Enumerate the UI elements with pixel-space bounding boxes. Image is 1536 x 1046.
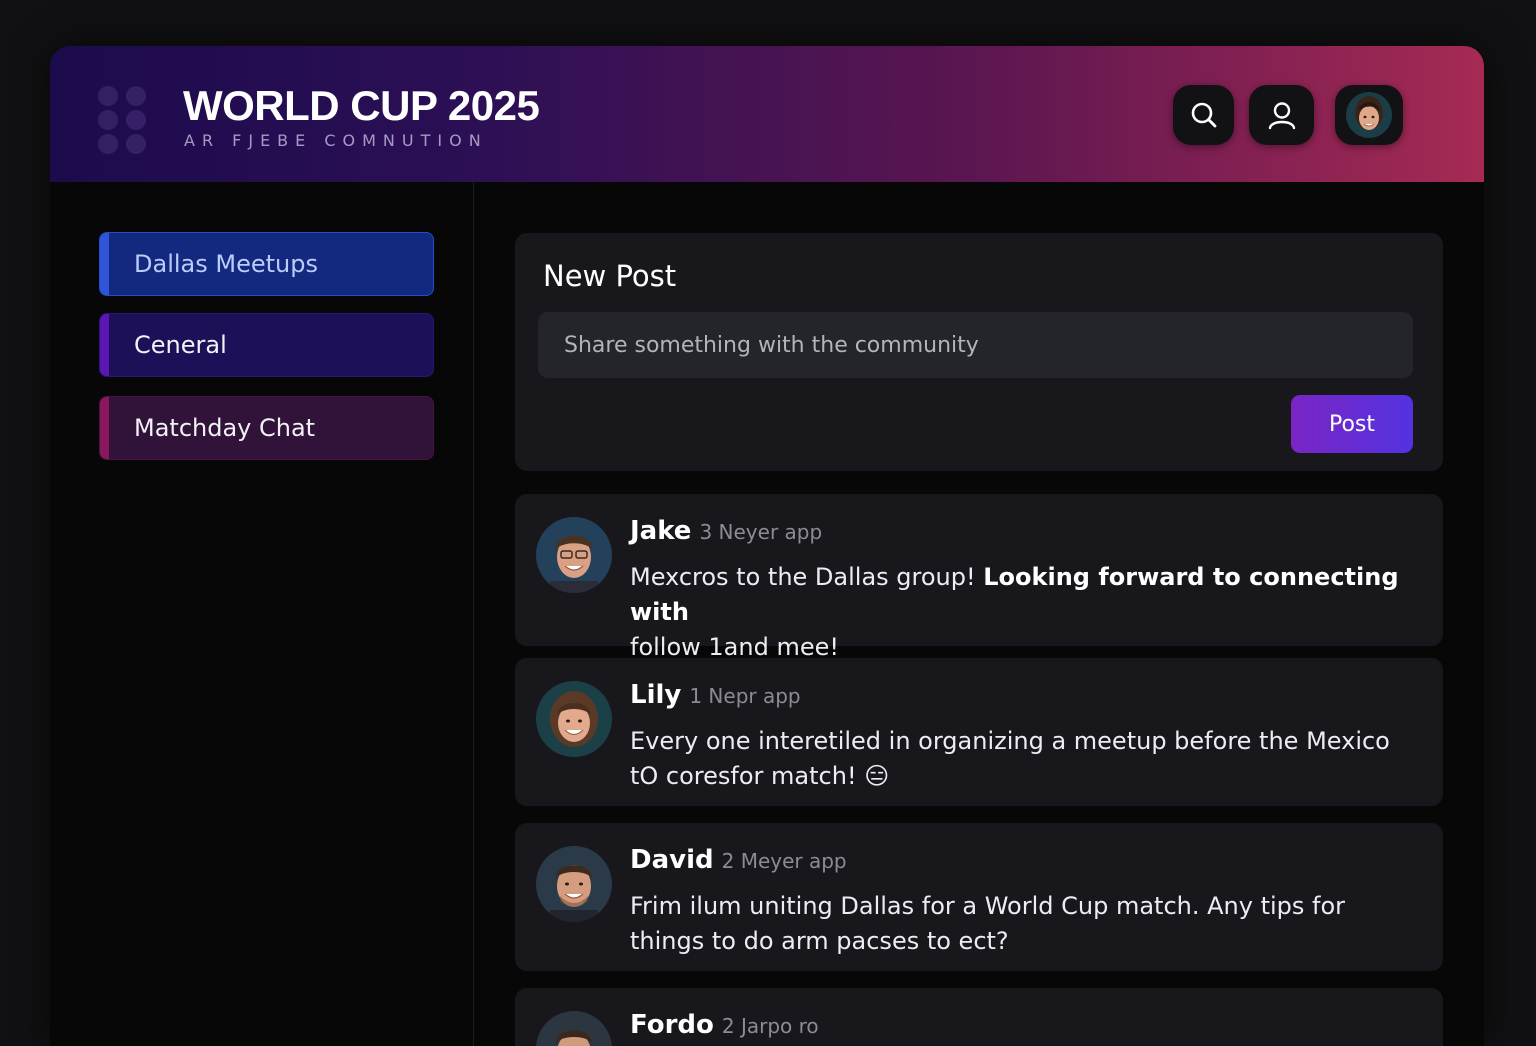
avatar[interactable] — [536, 1011, 612, 1046]
account-avatar-button[interactable] — [1335, 85, 1403, 145]
feed: New Post Post Jake 3 Neyer app — [474, 182, 1484, 1046]
profile-avatar — [1346, 92, 1392, 138]
post-author: Fordo 2 Jarpo ro — [630, 1010, 819, 1040]
post-text-continued: follow 1and mee! — [630, 633, 839, 661]
search-button[interactable] — [1173, 85, 1234, 145]
sidebar-item-label: Matchday Chat — [134, 414, 316, 442]
post-card: Fordo 2 Jarpo ro — [515, 988, 1443, 1046]
app-header: WORLD CUP 2025 AR FJEBE COMNUTION — [50, 46, 1484, 182]
post-time: 2 Jarpo ro — [721, 1014, 819, 1038]
post-card: Lily 1 Nepr app Every one interetiled in … — [515, 658, 1443, 806]
sidebar: Dallas Meetups Ceneral Matchday Chat — [50, 182, 474, 1046]
user-icon — [1268, 102, 1295, 130]
avatar[interactable] — [536, 681, 612, 757]
post-time: 1 Nepr app — [689, 684, 801, 708]
sidebar-item-general[interactable]: Ceneral — [99, 313, 434, 377]
logo-dots-icon — [98, 86, 150, 154]
avatar[interactable] — [536, 517, 612, 593]
sidebar-item-dallas-meetups[interactable]: Dallas Meetups — [99, 232, 434, 296]
post-author: Jake 3 Neyer app — [630, 516, 822, 546]
lily-avatar-icon — [536, 681, 612, 757]
jake-avatar-icon — [536, 517, 612, 593]
post-author: David 2 Meyer app — [630, 845, 847, 875]
post-input[interactable] — [538, 312, 1413, 378]
sidebar-item-label: Dallas Meetups — [134, 250, 318, 278]
post-body: Frim ilum uniting Dallas for a World Cup… — [630, 889, 1420, 959]
sidebar-item-label: Ceneral — [134, 331, 227, 359]
brand-subtitle: AR FJEBE COMNUTION — [184, 131, 488, 150]
david-avatar-icon — [536, 846, 612, 922]
post-author: Lily 1 Nepr app — [630, 680, 801, 710]
post-time: 2 Meyer app — [721, 849, 847, 873]
post-text: Frim ilum uniting Dallas for a World Cup… — [630, 892, 1346, 955]
sidebar-item-matchday-chat[interactable]: Matchday Chat — [99, 396, 434, 460]
avatar[interactable] — [536, 846, 612, 922]
post-time: 3 Neyer app — [699, 520, 823, 544]
post-body: Mexcros to the Dallas group! Looking for… — [630, 560, 1420, 665]
post-card: David 2 Meyer app Frim ilum uniting Dalla… — [515, 823, 1443, 971]
author-name: Jake — [630, 516, 692, 546]
post-button[interactable]: Post — [1291, 395, 1413, 453]
profile-button[interactable] — [1249, 85, 1314, 145]
fordo-avatar-icon — [536, 1011, 612, 1046]
app-window: WORLD CUP 2025 AR FJEBE COMNUTION Dallas… — [50, 46, 1484, 1046]
expressionless-emoji-icon: 😑 — [864, 762, 890, 790]
post-body: Every one interetiled in organizing a me… — [630, 724, 1420, 794]
author-name: Lily — [630, 680, 682, 710]
author-name: Fordo — [630, 1010, 714, 1040]
new-post-card: New Post Post — [515, 233, 1443, 471]
brand-title: WORLD CUP 2025 — [183, 82, 540, 129]
search-icon — [1191, 102, 1216, 128]
post-text: Mexcros to the Dallas group! — [630, 563, 984, 591]
post-card: Jake 3 Neyer app Mexcros to the Dallas gr… — [515, 494, 1443, 661]
author-name: David — [630, 845, 714, 875]
new-post-title: New Post — [543, 259, 677, 293]
post-text: Every one interetiled in organizing a me… — [630, 727, 1390, 790]
